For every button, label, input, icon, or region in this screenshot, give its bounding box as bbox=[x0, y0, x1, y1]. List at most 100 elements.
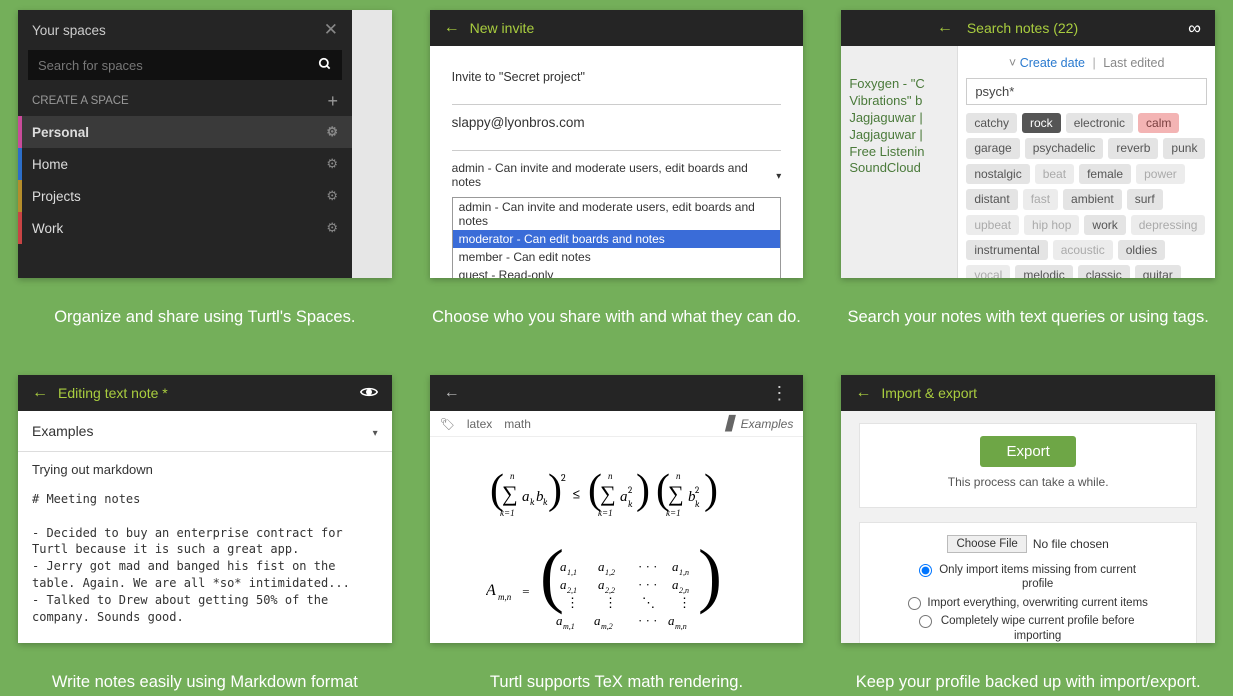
filter-tag[interactable]: distant bbox=[966, 189, 1017, 209]
filter-tag[interactable]: nostalgic bbox=[966, 164, 1029, 184]
back-icon[interactable] bbox=[32, 384, 48, 402]
filter-tag[interactable]: ambient bbox=[1063, 189, 1122, 209]
board-select[interactable]: Examples bbox=[32, 423, 93, 439]
plus-icon[interactable]: + bbox=[327, 92, 338, 110]
note-tag[interactable]: math bbox=[504, 417, 531, 431]
infinity-icon[interactable]: ∞ bbox=[1188, 18, 1201, 39]
filter-tag[interactable]: hip hop bbox=[1024, 215, 1079, 235]
edit-note-card: Editing text note * Examples Trying out … bbox=[18, 375, 392, 643]
svg-text:k: k bbox=[530, 498, 535, 508]
gear-icon[interactable]: ⚙ bbox=[326, 220, 338, 236]
caption: Organize and share using Turtl's Spaces. bbox=[18, 308, 392, 327]
filter-tag[interactable]: catchy bbox=[966, 113, 1017, 133]
filter-tag[interactable]: female bbox=[1079, 164, 1131, 184]
filter-tag[interactable]: psychadelic bbox=[1025, 138, 1104, 158]
filter-tag[interactable]: classic bbox=[1078, 265, 1130, 278]
gear-icon[interactable]: ⚙ bbox=[326, 156, 338, 172]
back-icon[interactable] bbox=[937, 19, 953, 37]
role-option[interactable]: moderator - Can edit boards and notes bbox=[453, 230, 781, 248]
role-option[interactable]: admin - Can invite and moderate users, e… bbox=[453, 198, 781, 230]
svg-text:1,n: 1,n bbox=[679, 568, 689, 577]
filter-tag[interactable]: fast bbox=[1023, 189, 1058, 209]
filter-tag[interactable]: electronic bbox=[1066, 113, 1133, 133]
filter-tag[interactable]: work bbox=[1084, 215, 1125, 235]
svg-text:· · ·: · · · bbox=[638, 577, 658, 592]
filter-tag[interactable]: oldies bbox=[1118, 240, 1165, 260]
svg-text:a: a bbox=[560, 577, 567, 592]
svg-text:m,1: m,1 bbox=[563, 622, 575, 631]
svg-text:· · ·: · · · bbox=[638, 559, 658, 574]
filter-tag[interactable]: reverb bbox=[1108, 138, 1158, 158]
header-title: New invite bbox=[470, 20, 535, 36]
search-placeholder: Search for spaces bbox=[38, 58, 143, 73]
note-title-input[interactable]: Trying out markdown bbox=[18, 452, 392, 481]
svg-text:∑: ∑ bbox=[668, 481, 684, 506]
chevron-down-icon bbox=[776, 168, 781, 182]
svg-text:∑: ∑ bbox=[600, 481, 616, 506]
role-option[interactable]: member - Can edit notes bbox=[453, 248, 781, 266]
caption: Choose who you share with and what they … bbox=[430, 308, 804, 327]
svg-text:2,2: 2,2 bbox=[605, 586, 615, 595]
filter-tag[interactable]: calm bbox=[1138, 113, 1179, 133]
svg-text:m,n: m,n bbox=[498, 592, 512, 602]
filter-tag[interactable]: rock bbox=[1022, 113, 1061, 133]
svg-text:2: 2 bbox=[561, 472, 566, 484]
filter-tag[interactable]: upbeat bbox=[966, 215, 1019, 235]
export-button[interactable]: Export bbox=[980, 436, 1075, 467]
gear-icon[interactable]: ⚙ bbox=[326, 124, 338, 140]
back-icon[interactable] bbox=[444, 384, 460, 402]
import-option-3[interactable] bbox=[919, 615, 932, 628]
space-item[interactable]: Personal⚙ bbox=[18, 116, 352, 148]
invite-card: New invite Invite to "Secret project" sl… bbox=[430, 10, 804, 278]
filter-tag[interactable]: guitar bbox=[1135, 265, 1181, 278]
role-select[interactable]: admin - Can invite and moderate users, e… bbox=[452, 161, 782, 197]
search-icon[interactable] bbox=[318, 57, 332, 74]
space-item[interactable]: Home⚙ bbox=[18, 148, 352, 180]
gear-icon[interactable]: ⚙ bbox=[326, 188, 338, 204]
more-icon[interactable]: ⋮ bbox=[770, 383, 789, 404]
note-body-input[interactable]: # Meeting notes - Decided to buy an ente… bbox=[18, 481, 392, 643]
filter-tag[interactable]: acoustic bbox=[1053, 240, 1113, 260]
search-input[interactable]: psych* bbox=[966, 78, 1207, 105]
import-option-2[interactable] bbox=[908, 597, 921, 610]
note-tag[interactable]: latex bbox=[467, 417, 492, 431]
background-note-preview: Foxygen - "C Vibrations" b Jagjaguwar | … bbox=[841, 46, 957, 278]
role-dropdown[interactable]: admin - Can invite and moderate users, e… bbox=[452, 197, 782, 278]
svg-text:k: k bbox=[695, 500, 700, 510]
back-icon[interactable] bbox=[444, 19, 460, 37]
svg-text:∑: ∑ bbox=[502, 481, 518, 506]
role-option[interactable]: guest - Read-only bbox=[453, 266, 781, 278]
search-card: Search notes (22) ∞ Foxygen - "C Vibrati… bbox=[841, 10, 1215, 278]
spaces-title: Your spaces bbox=[32, 23, 106, 38]
book-icon: ▋ bbox=[726, 415, 737, 432]
filter-tag[interactable]: power bbox=[1136, 164, 1185, 184]
tag-icon: 🏷 bbox=[440, 417, 455, 431]
svg-text:≤: ≤ bbox=[572, 485, 581, 503]
search-spaces-input[interactable]: Search for spaces bbox=[28, 50, 342, 80]
svg-text:a: a bbox=[522, 489, 530, 505]
import-export-card: Import & export Export This process can … bbox=[841, 375, 1215, 643]
svg-text:a: a bbox=[556, 613, 563, 628]
space-item[interactable]: Projects⚙ bbox=[18, 180, 352, 212]
back-icon[interactable] bbox=[855, 384, 871, 402]
import-option-1[interactable] bbox=[919, 564, 932, 577]
close-icon[interactable]: ✕ bbox=[324, 20, 338, 40]
space-item[interactable]: Work⚙ bbox=[18, 212, 352, 244]
svg-text:2,n: 2,n bbox=[679, 586, 689, 595]
filter-tag[interactable]: depressing bbox=[1131, 215, 1206, 235]
svg-text:⋮: ⋮ bbox=[678, 595, 691, 610]
board-label[interactable]: Examples bbox=[741, 417, 794, 431]
sort-row[interactable]: ˅ Create date | Last edited bbox=[966, 52, 1207, 78]
svg-text:a: a bbox=[668, 613, 675, 628]
filter-tag[interactable]: punk bbox=[1163, 138, 1205, 158]
filter-tag[interactable]: garage bbox=[966, 138, 1019, 158]
preview-icon[interactable] bbox=[360, 385, 378, 401]
filter-tag[interactable]: vocal bbox=[966, 265, 1010, 278]
filter-tag[interactable]: instrumental bbox=[966, 240, 1047, 260]
tex-equation-1: ( n ∑ k=1 ak bk ) 2 ≤ ( n ∑ k=1 a2k ) ( … bbox=[430, 463, 804, 531]
filter-tag[interactable]: surf bbox=[1127, 189, 1163, 209]
filter-tag[interactable]: beat bbox=[1035, 164, 1074, 184]
filter-tag[interactable]: melodic bbox=[1015, 265, 1072, 278]
choose-file-button[interactable]: Choose File bbox=[947, 535, 1026, 553]
email-field[interactable]: slappy@lyonbros.com bbox=[452, 105, 782, 150]
